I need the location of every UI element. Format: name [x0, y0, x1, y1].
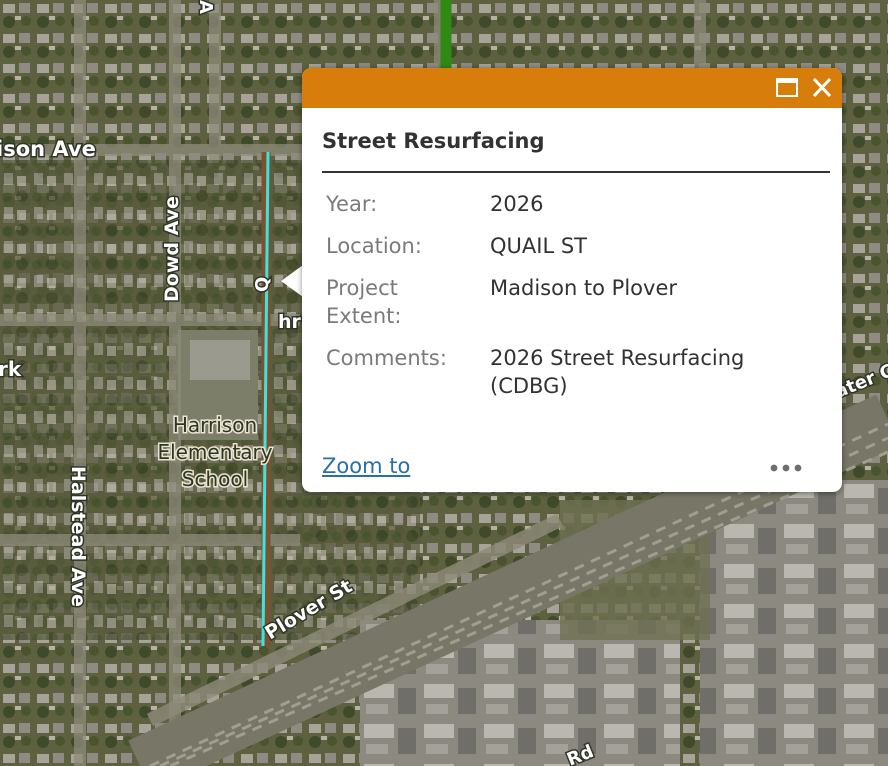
popup-pointer [281, 265, 303, 297]
attribute-value: Madison to Plover [490, 276, 678, 300]
attribute-label: Comments: [326, 346, 447, 370]
street-label-cut-a: A [195, 0, 216, 14]
popup-title: Street Resurfacing [322, 129, 545, 153]
attribute-value: 2026 [490, 192, 544, 216]
feature-popup: Street Resurfacing Year: 2026 Location: … [302, 68, 842, 492]
close-icon[interactable] [809, 75, 835, 101]
poi-label-school-line2: Elementary [157, 440, 272, 464]
poi-label-school-line3: School [182, 467, 248, 491]
attribute-value: 2026 Street Resurfacing (CDBG) [490, 346, 745, 398]
popup-header [302, 68, 842, 108]
poi-label-school-line1: Harrison [173, 413, 257, 437]
ellipsis-icon[interactable] [768, 460, 804, 476]
attribute-label: Year: [326, 192, 378, 216]
street-label-halstead: Halstead Ave [67, 466, 89, 607]
street-label-madison: ison Ave [0, 137, 96, 161]
attribute-label: Project Extent: [326, 276, 402, 328]
title-divider [322, 171, 830, 173]
street-label-quail: Q [252, 277, 273, 292]
zoom-to-link[interactable]: Zoom to [322, 454, 410, 478]
street-label-cut-rk: rk [0, 357, 22, 381]
street-label-cut-hr: hr [278, 311, 302, 333]
attribute-label: Location: [326, 234, 422, 258]
attribute-value: QUAIL ST [490, 234, 587, 258]
maximize-icon[interactable] [774, 75, 800, 101]
street-label-dowd: Dowd Ave [161, 196, 183, 302]
